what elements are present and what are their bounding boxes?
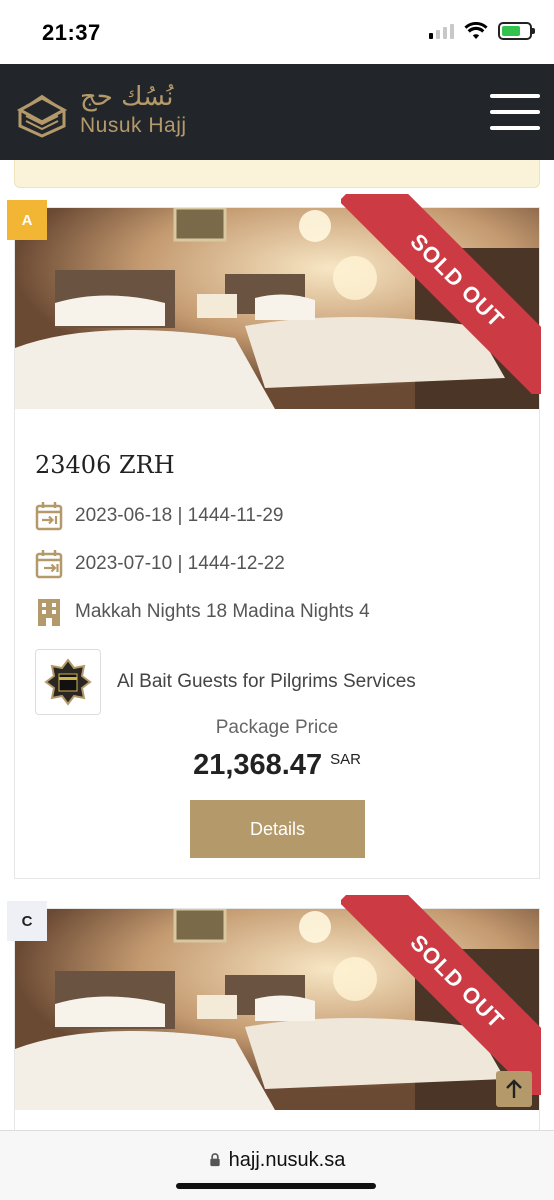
logo-text: Nusuk Hajj: [80, 114, 187, 137]
notice-banner: [14, 160, 540, 188]
app-header: نُسُك حج Nusuk Hajj: [0, 64, 554, 160]
package-title: 23406 ZRH: [35, 451, 175, 479]
provider-logo: [35, 649, 101, 715]
price-currency: SAR: [330, 751, 361, 768]
lock-icon: [209, 1153, 220, 1167]
price-label: Package Price: [215, 717, 339, 738]
details-button[interactable]: Details: [190, 800, 365, 858]
provider-row: Al Bait Guests for Pilgrims Services: [35, 649, 416, 715]
sold-out-ribbon: SOLD OUT: [341, 194, 541, 394]
arrow-up-icon: [506, 1079, 522, 1098]
calendar-return-icon: [35, 550, 63, 579]
price-row: 21,368.47 SAR: [15, 749, 539, 782]
nusuk-logo-icon[interactable]: [16, 86, 68, 138]
status-time: 21:37: [42, 20, 101, 45]
wifi-icon: [464, 22, 488, 39]
package-card-body: 23406 ZRH 2023-06-18 | 1444-11-29 2023-0…: [15, 409, 539, 879]
scroll-to-top-button[interactable]: [496, 1071, 532, 1107]
cellular-signal-icon: [429, 23, 454, 39]
status-bar: 21:37: [0, 0, 554, 64]
url-display[interactable]: hajj.nusuk.sa: [0, 1149, 554, 1172]
nights-row: Makkah Nights 18 Madina Nights 4: [35, 597, 370, 627]
sold-out-ribbon: SOLD OUT: [341, 895, 541, 1095]
browser-address-bar[interactable]: hajj.nusuk.sa: [0, 1130, 554, 1200]
package-card: A SOLD OUT 23406 ZRH 2023-06-18 | 1444-1…: [7, 194, 541, 879]
status-icons: [429, 22, 535, 40]
return-date: 2023-07-10 | 1444-12-22: [75, 553, 285, 574]
nights-text: Makkah Nights 18 Madina Nights 4: [75, 601, 370, 622]
price-value: 21,368.47: [193, 749, 323, 781]
logo-arabic-text: نُسُك حج: [80, 82, 174, 112]
departure-date-row: 2023-06-18 | 1444-11-29: [35, 501, 283, 531]
package-badge: C: [7, 901, 47, 941]
return-date-row: 2023-07-10 | 1444-12-22: [35, 549, 285, 579]
hotel-building-icon: [38, 599, 60, 626]
calendar-departure-icon: [35, 502, 63, 531]
hamburger-menu-icon[interactable]: [490, 94, 540, 130]
kaaba-star-icon: [44, 658, 92, 706]
package-card: C SOLD OUT: [7, 895, 541, 1148]
url-text: hajj.nusuk.sa: [228, 1149, 346, 1171]
departure-date: 2023-06-18 | 1444-11-29: [75, 505, 284, 526]
battery-icon: [498, 22, 535, 40]
provider-name: Al Bait Guests for Pilgrims Services: [117, 671, 416, 692]
package-badge: A: [7, 200, 47, 240]
home-indicator[interactable]: [176, 1183, 376, 1189]
